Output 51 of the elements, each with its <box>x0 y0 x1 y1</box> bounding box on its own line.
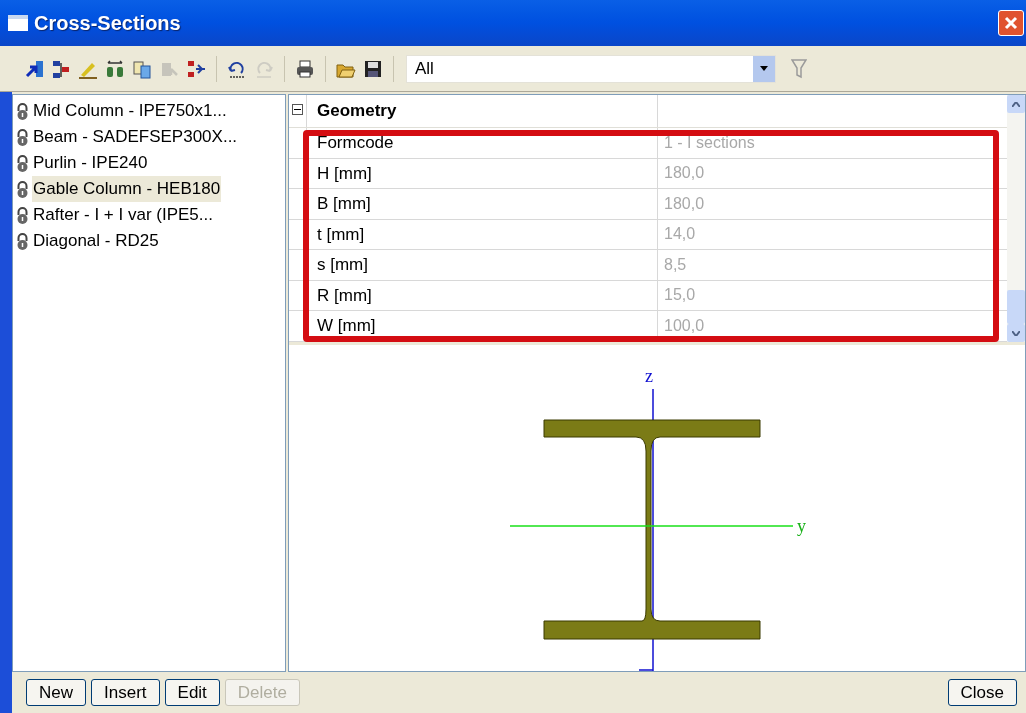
property-name: W [mm] <box>317 315 376 337</box>
window-icon <box>8 15 28 31</box>
axis-label: z <box>645 366 653 386</box>
property-value: 8,5 <box>664 254 687 275</box>
lock-icon <box>15 180 30 198</box>
property-name: R [mm] <box>317 284 372 307</box>
close-button[interactable]: Close <box>947 679 1017 706</box>
section-item[interactable]: Rafter - I + I var (IPE5... <box>32 202 214 228</box>
property-value: 100,0 <box>664 315 705 336</box>
scroll-thumb[interactable] <box>1007 290 1025 324</box>
action-button[interactable]: New <box>26 679 86 706</box>
lock-icon <box>15 102 30 120</box>
action-button[interactable]: Insert <box>91 679 160 706</box>
insert-icon[interactable] <box>186 58 206 79</box>
swap-icon[interactable] <box>51 58 71 79</box>
binoculars-icon[interactable] <box>105 58 125 79</box>
property-value: 180,0 <box>664 193 705 214</box>
lock-icon <box>15 232 30 250</box>
arrow-icon[interactable] <box>24 58 44 79</box>
filter-dropdown[interactable]: All <box>406 54 776 83</box>
scrollbar[interactable] <box>1007 95 1025 342</box>
lock-icon <box>15 206 30 224</box>
property-value: 180,0 <box>664 163 705 184</box>
scroll-down-button[interactable] <box>1007 324 1025 342</box>
collapse-toggle[interactable] <box>292 104 303 115</box>
property-name: Formcode <box>317 132 394 154</box>
section-item[interactable]: Beam - SADEFSEP300X... <box>32 124 239 150</box>
group-header: Geometry <box>317 100 397 123</box>
property-value: 1 - I sections <box>664 132 755 153</box>
document-icon[interactable] <box>132 58 152 79</box>
lock-icon <box>15 154 30 172</box>
scroll-up-button[interactable] <box>1007 95 1025 113</box>
chevron-down-icon <box>1012 330 1020 336</box>
axis-label: y <box>797 516 806 536</box>
property-name: t [mm] <box>317 223 365 246</box>
property-value: 15,0 <box>664 285 696 306</box>
action-button[interactable]: Edit <box>164 679 220 706</box>
lock-icon <box>15 128 30 146</box>
printer-icon[interactable] <box>295 58 315 79</box>
close-icon[interactable] <box>998 10 1024 36</box>
property-value: 14,0 <box>664 224 696 245</box>
property-name: s [mm] <box>317 254 368 276</box>
section-item[interactable]: Diagonal - RD25 <box>32 228 160 254</box>
section-item[interactable]: Purlin - IPE240 <box>32 150 149 176</box>
chevron-up-icon <box>1012 101 1020 107</box>
section-item[interactable]: Mid Column - IPE750x1... <box>32 98 228 124</box>
window-title: Cross-Sections <box>34 11 181 36</box>
section-item[interactable]: Gable Column - HEB180 <box>32 176 222 202</box>
property-name: H [mm] <box>317 162 372 185</box>
filter-value: All <box>414 57 435 80</box>
property-name: B [mm] <box>317 193 371 215</box>
